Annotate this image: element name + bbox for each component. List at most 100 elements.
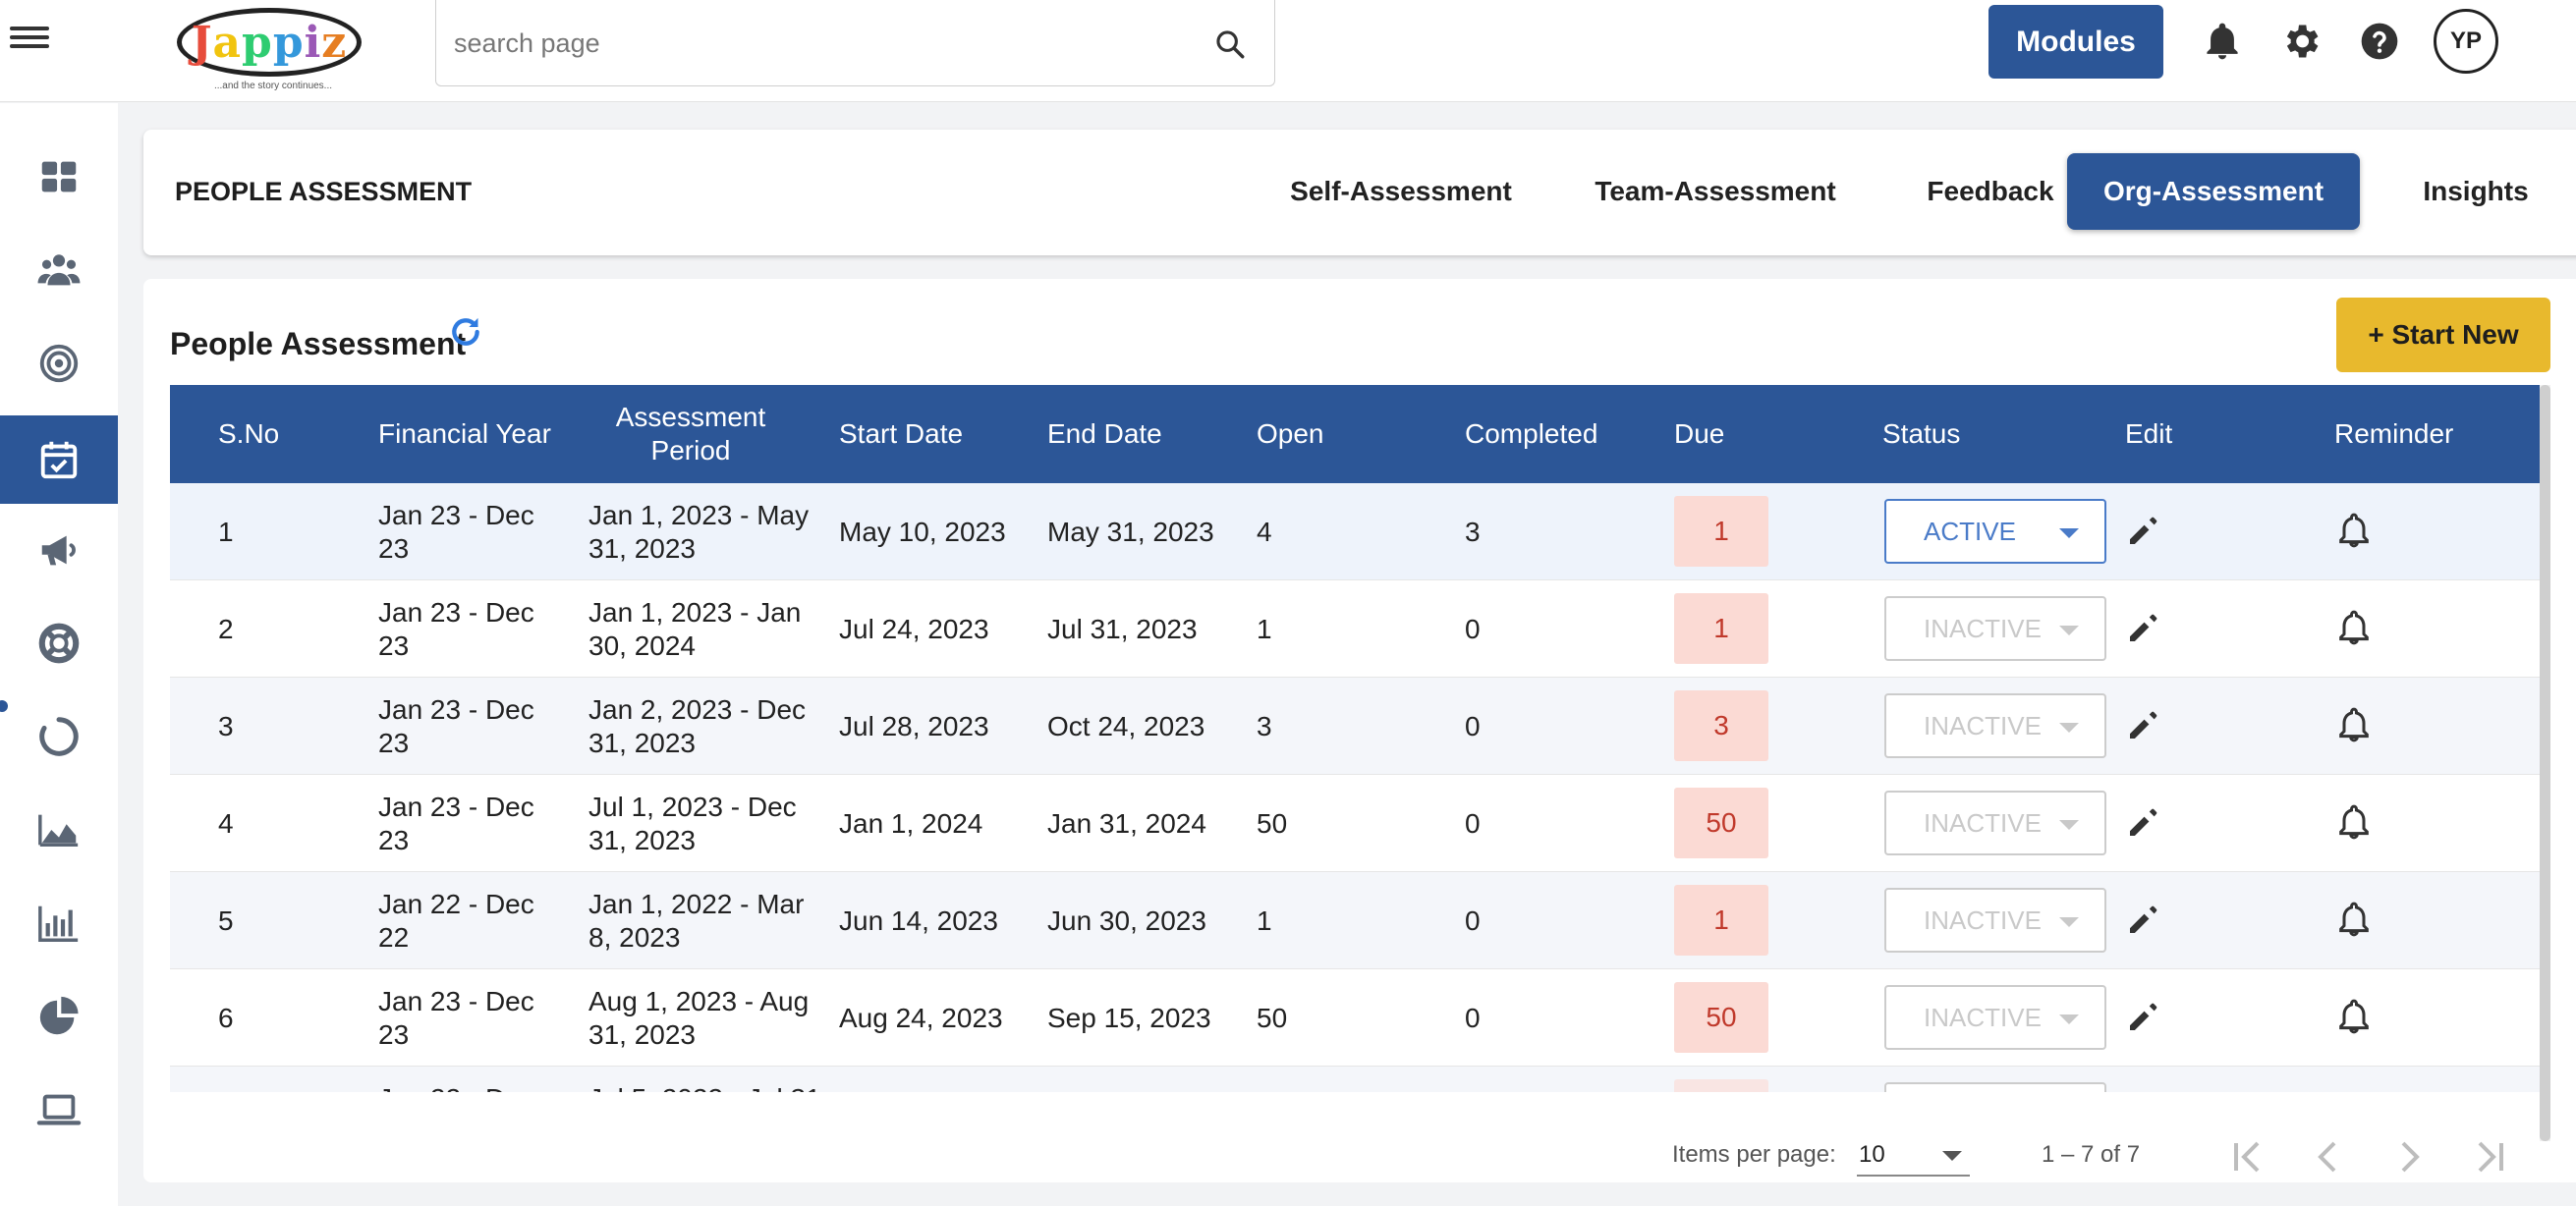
- table-row[interactable]: 4 Jan 23 - Dec 23 Jul 1, 2023 - Dec 31, 20…: [170, 775, 2541, 872]
- status-value: ACTIVE: [1924, 516, 2016, 546]
- sidebar-item-devices[interactable]: [0, 1066, 118, 1154]
- previous-page-icon[interactable]: [2305, 1133, 2352, 1180]
- cell-sno: 6: [218, 1002, 234, 1033]
- column-header[interactable]: Reminder: [2334, 385, 2453, 483]
- column-header[interactable]: Edit: [2125, 385, 2172, 483]
- target-icon: [39, 344, 79, 383]
- cell-end: May 31, 2023: [1047, 516, 1214, 547]
- column-header[interactable]: Status: [1882, 385, 1960, 483]
- cell-period: Jul 5, 2022 - Jul 31, 2022: [588, 1067, 829, 1093]
- refresh-icon[interactable]: [446, 312, 485, 352]
- edit-icon[interactable]: [2123, 510, 2164, 551]
- sidebar-item-reports[interactable]: [0, 879, 118, 967]
- cell-open: [1257, 1067, 1453, 1092]
- next-page-icon[interactable]: [2385, 1133, 2433, 1180]
- reminder-bell-icon[interactable]: [2334, 607, 2374, 648]
- cell-sno: 5: [218, 904, 234, 936]
- status-select[interactable]: INACTIVE: [1884, 888, 2106, 953]
- reminder-bell-icon[interactable]: [2334, 899, 2374, 940]
- reminder-bell-icon[interactable]: [2334, 996, 2374, 1037]
- edit-icon[interactable]: [2123, 801, 2164, 843]
- column-header[interactable]: Assessment Period: [583, 385, 799, 483]
- gear-icon[interactable]: [2279, 20, 2323, 63]
- column-header[interactable]: End Date: [1047, 385, 1162, 483]
- cell-fy: Jan 23 - Dec 23: [378, 985, 534, 1050]
- tab-feedback[interactable]: Feedback: [1892, 153, 2089, 230]
- cell-period: Jul 1, 2023 - Dec 31, 2023: [588, 791, 797, 855]
- items-per-page-select[interactable]: 10: [1857, 1133, 1970, 1177]
- cell-end: Jan 31, 2024: [1047, 807, 1206, 839]
- scrollbar-thumb[interactable]: [2540, 385, 2550, 1141]
- status-select[interactable]: INACTIVE: [1884, 791, 2106, 855]
- table-row[interactable]: 5 Jan 22 - Dec 22 Jan 1, 2022 - Mar 8, 202…: [170, 872, 2541, 969]
- status-select[interactable]: ACTIVE: [1884, 499, 2106, 564]
- logo[interactable]: Jappiz ...and the story continues...: [175, 6, 371, 91]
- tab-self-assessment[interactable]: Self-Assessment: [1263, 153, 1539, 230]
- last-page-icon[interactable]: [2466, 1133, 2513, 1180]
- column-header[interactable]: Financial Year: [378, 385, 551, 483]
- help-icon[interactable]: [2358, 20, 2401, 63]
- chevron-down-icon: [2059, 1014, 2079, 1024]
- edit-icon[interactable]: [2123, 899, 2164, 940]
- cell-sno: 1: [218, 516, 234, 547]
- edit-icon[interactable]: [2123, 704, 2164, 745]
- cell-start: Jun 14, 2023: [839, 904, 998, 936]
- sidebar-item-trends[interactable]: [0, 786, 118, 874]
- status-select[interactable]: INACTIVE: [1884, 1082, 2106, 1092]
- laptop-icon: [36, 1094, 82, 1125]
- modules-button[interactable]: Modules: [1988, 5, 2163, 79]
- reminder-bell-icon[interactable]: [2334, 510, 2374, 551]
- edit-icon[interactable]: [2123, 996, 2164, 1037]
- menu-icon[interactable]: [10, 22, 49, 55]
- reminder-bell-icon[interactable]: [2334, 801, 2374, 843]
- edit-icon[interactable]: [2123, 607, 2164, 648]
- status-select[interactable]: INACTIVE: [1884, 693, 2106, 758]
- search-input[interactable]: [454, 22, 1201, 65]
- paginator: Items per page: 10 1 – 7 of 7: [143, 1133, 2576, 1182]
- tab-insights[interactable]: Insights: [2380, 153, 2572, 230]
- cell-open: 1: [1257, 904, 1272, 936]
- table-row[interactable]: 6 Jan 23 - Dec 23 Aug 1, 2023 - Aug 31, 20…: [170, 969, 2541, 1067]
- bell-icon[interactable]: [2201, 20, 2244, 63]
- cell-start: Jul 28, 2023: [839, 710, 989, 741]
- cell-fy: Jan 23 - Dec 23: [378, 693, 534, 758]
- bar-chart-icon: [38, 905, 79, 942]
- sidebar-item-assessment[interactable]: [0, 415, 118, 504]
- sidebar-item-support[interactable]: [0, 599, 118, 687]
- start-new-button[interactable]: + Start New: [2336, 298, 2550, 372]
- cell-start: Jul 24, 2023: [839, 613, 989, 644]
- column-header[interactable]: Completed: [1465, 385, 1597, 483]
- sidebar-item-announcements[interactable]: [0, 506, 118, 594]
- sidebar-item-dashboard[interactable]: [0, 133, 118, 221]
- cell-sno: 3: [218, 710, 234, 741]
- sidebar-item-cycle[interactable]: [0, 692, 118, 781]
- table-header: S.No Financial Year Assessment Period St…: [170, 385, 2541, 483]
- cell-completed: 0: [1465, 1002, 1481, 1033]
- status-select[interactable]: INACTIVE: [1884, 596, 2106, 661]
- first-page-icon[interactable]: [2224, 1133, 2271, 1180]
- table-scrollbar[interactable]: [2540, 385, 2550, 1141]
- tab-team-assessment[interactable]: Team-Assessment: [1568, 153, 1863, 230]
- column-header[interactable]: Due: [1674, 385, 1724, 483]
- cell-open: 4: [1257, 516, 1272, 547]
- sidebar-item-goals[interactable]: [0, 319, 118, 408]
- search-box[interactable]: [435, 0, 1275, 86]
- column-header[interactable]: S.No: [218, 385, 279, 483]
- table-row[interactable]: 7 Jan 22 - Dec 22 Jul 5, 2022 - Jul 31, 20…: [170, 1067, 2541, 1092]
- table-row[interactable]: 2 Jan 23 - Dec 23 Jan 1, 2023 - Jan 30, 20…: [170, 580, 2541, 678]
- sidebar-item-people[interactable]: [0, 226, 118, 314]
- reminder-bell-icon[interactable]: [2334, 704, 2374, 745]
- lifebuoy-icon: [38, 623, 80, 664]
- column-header[interactable]: Start Date: [839, 385, 963, 483]
- avatar[interactable]: YP: [2434, 9, 2498, 74]
- cell-fy: Jan 23 - Dec 23: [378, 499, 534, 564]
- search-icon[interactable]: [1213, 27, 1247, 61]
- sidebar-item-analytics[interactable]: [0, 972, 118, 1061]
- column-header[interactable]: Open: [1257, 385, 1324, 483]
- dashboard-icon: [41, 161, 77, 192]
- cell-completed: 0: [1465, 904, 1481, 936]
- table-row[interactable]: 1 Jan 23 - Dec 23 Jan 1, 2023 - May 31, 20…: [170, 483, 2541, 580]
- status-select[interactable]: INACTIVE: [1884, 985, 2106, 1050]
- tab-org-assessment[interactable]: Org-Assessment: [2067, 153, 2360, 230]
- table-row[interactable]: 3 Jan 23 - Dec 23 Jan 2, 2023 - Dec 31, 20…: [170, 678, 2541, 775]
